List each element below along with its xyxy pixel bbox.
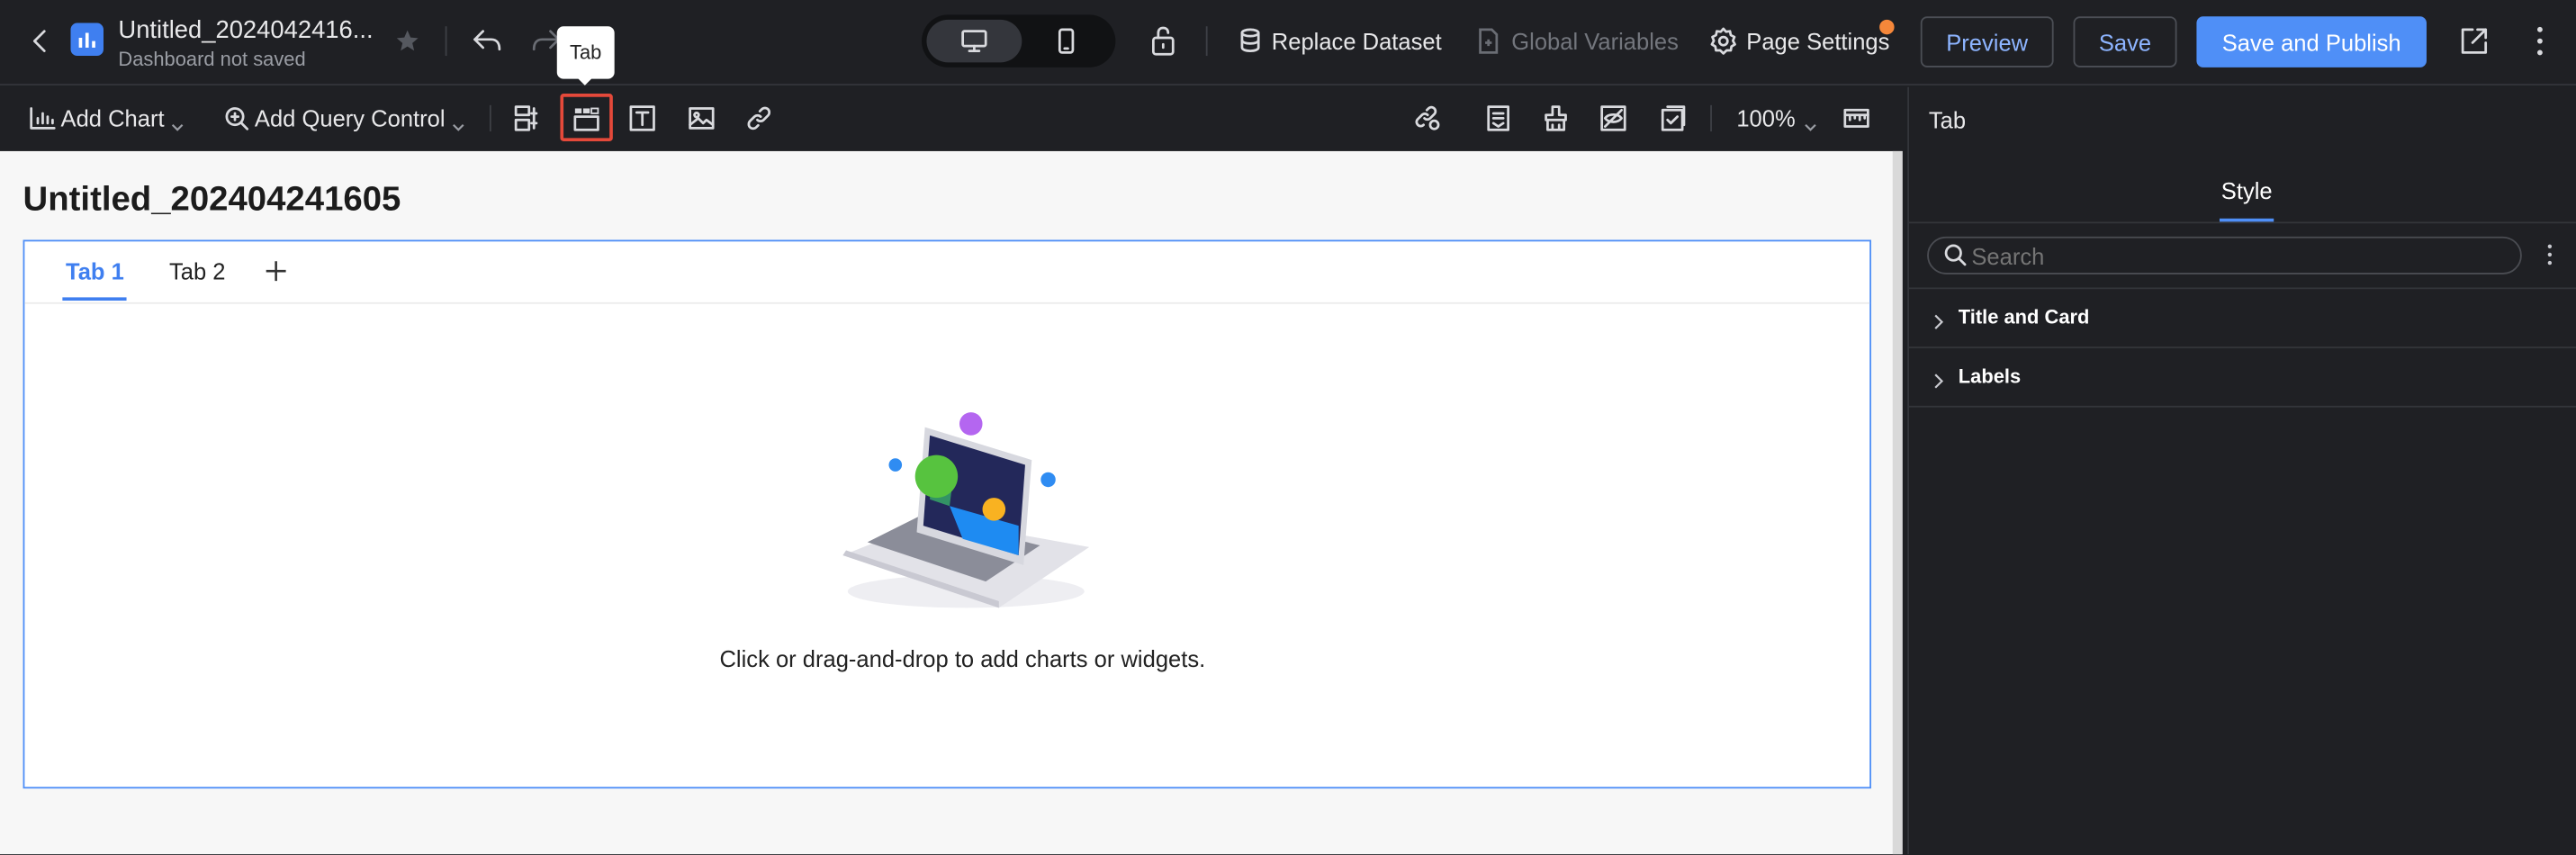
empty-state-message: Click or drag-and-drop to add charts or …: [719, 645, 1206, 672]
back-icon[interactable]: [30, 28, 53, 62]
dashboard-logo-icon: [70, 22, 104, 57]
save-and-publish-button[interactable]: Save and Publish: [2196, 16, 2427, 68]
undo-icon[interactable]: [472, 26, 505, 64]
page-settings-button[interactable]: Page Settings: [1746, 28, 1889, 54]
search-input[interactable]: [1971, 239, 2498, 272]
notification-badge: [1879, 19, 1895, 35]
canvas-scrollbar[interactable]: [1892, 150, 1903, 855]
preview-button[interactable]: Preview: [1920, 16, 2054, 68]
toolbar-divider: [489, 104, 491, 132]
chevron-down-icon-3: [1804, 112, 1817, 141]
replace-dataset-button[interactable]: Replace Dataset: [1272, 28, 1442, 54]
link-icon[interactable]: [744, 104, 774, 141]
open-external-icon[interactable]: [2458, 24, 2491, 66]
add-query-control-button[interactable]: Add Query Control: [255, 105, 446, 131]
checklist-icon[interactable]: [1658, 104, 1688, 141]
replace-dataset-icon: [1236, 26, 1265, 64]
search-icon: [1943, 243, 1967, 274]
layout-components-icon[interactable]: [512, 104, 542, 141]
dashboard-title[interactable]: Untitled_2024042416...: [118, 16, 373, 44]
tab-1[interactable]: Tab 1: [66, 258, 124, 284]
panel-divider: [1908, 221, 2576, 224]
chevron-right-icon: [1933, 309, 1944, 338]
chevron-down-icon: [171, 112, 185, 141]
global-variables-button[interactable]: Global Variables: [1511, 28, 1679, 54]
brush-icon[interactable]: [1541, 104, 1571, 141]
hide-icon[interactable]: [1599, 104, 1628, 141]
tab-component-button[interactable]: [560, 94, 613, 141]
panel-divider-4: [1908, 405, 2576, 408]
tab-tooltip: Tab: [556, 26, 615, 79]
report-icon[interactable]: [1483, 104, 1513, 141]
section-title-and-card-label: Title and Card: [1958, 305, 2090, 329]
more-menu-icon[interactable]: [2530, 24, 2550, 66]
empty-state-illustration: [834, 408, 1097, 621]
mobile-mode-button[interactable]: [1022, 20, 1111, 62]
text-icon[interactable]: [627, 104, 657, 141]
query-zoom-icon: [223, 105, 249, 140]
panel-more-icon[interactable]: [2544, 243, 2554, 274]
desktop-mode-button[interactable]: [926, 19, 1022, 63]
tab-bar-divider: [24, 302, 1870, 304]
header-divider: [445, 26, 447, 57]
lock-icon[interactable]: [1148, 24, 1178, 66]
active-tab-indicator: [62, 297, 127, 302]
add-tab-icon[interactable]: [265, 259, 288, 291]
toolbar-divider-2: [1710, 104, 1712, 132]
section-labels-label: Labels: [1958, 364, 2022, 388]
bar-chart-icon: [30, 107, 56, 139]
header-divider-2: [1205, 26, 1208, 57]
chevron-right-icon-2: [1933, 368, 1944, 398]
panel-title: Tab: [1928, 106, 1967, 133]
star-icon[interactable]: [394, 28, 420, 62]
image-icon[interactable]: [687, 104, 716, 141]
page-title[interactable]: Untitled_202404241605: [23, 181, 401, 220]
tab-style[interactable]: Style: [2221, 177, 2273, 203]
add-chart-button[interactable]: Add Chart: [61, 105, 165, 131]
save-button[interactable]: Save: [2073, 16, 2177, 68]
zoom-level-select[interactable]: 100%: [1736, 105, 1795, 131]
ruler-icon[interactable]: [1842, 104, 1871, 141]
tooltip-arrow: [576, 76, 593, 86]
link-settings-icon[interactable]: [1413, 104, 1443, 141]
global-variables-icon: [1475, 26, 1501, 64]
save-status: Dashboard not saved: [118, 47, 306, 71]
tab-2[interactable]: Tab 2: [169, 258, 226, 284]
chevron-down-icon-2: [452, 112, 465, 141]
gear-icon: [1708, 26, 1738, 64]
